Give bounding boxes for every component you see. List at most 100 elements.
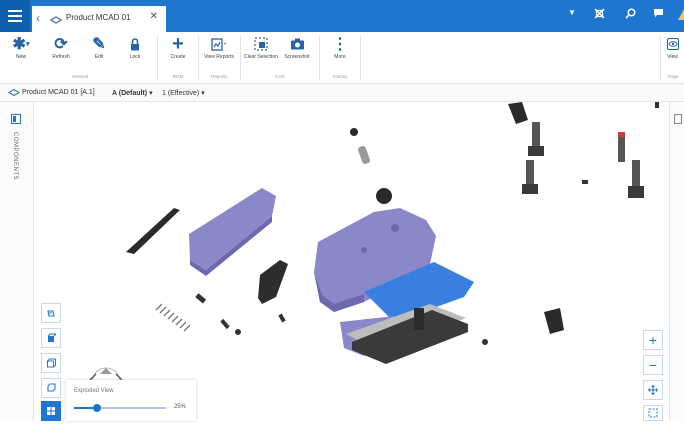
dropdown-icon[interactable]: ▼ [568,8,576,17]
switch-base-part [528,146,544,156]
more-vertical-icon: ⋮ [332,36,348,53]
eye-icon [661,34,684,54]
pan-button[interactable] [643,380,663,400]
blade-part [126,208,180,254]
group-label-general: General [71,74,88,79]
iteration-selector[interactable]: 1 (Effective) ▾ [162,89,205,97]
chat-icon[interactable] [653,8,664,22]
red-led-part [618,132,625,137]
top-app-bar: ‹ Product MCAD 01 ✕ ▼ [0,0,684,32]
switch-part [532,122,540,148]
ribbon-divider [319,36,320,80]
slider-handle[interactable] [93,404,101,412]
breadcrumb-item[interactable]: Product MCAD 01 [A.1] [22,89,95,96]
view-reports-button[interactable]: View Reports [202,34,236,70]
switch-base-part [522,184,538,194]
pan-icon [648,385,658,395]
cube-wireframe-icon [47,358,56,368]
clear-selection-button[interactable]: Clear Selection [244,34,278,70]
ribbon-toolbar: ✱ ▾ New ⟳ Refresh ✎ Edit Lock General + C… [0,32,684,84]
close-tab-icon[interactable]: ✕ [150,11,158,22]
refresh-icon: ⟳ [54,36,68,53]
small-spring-part [358,146,370,164]
tab-title: Product MCAD 01 [66,13,131,22]
breadcrumb: Product MCAD 01 [A.1] A (Default) ▾ 1 (E… [0,84,684,102]
switch-part [526,160,534,186]
lock-button[interactable]: Lock [118,34,152,70]
small-screw-part [278,313,286,323]
dark-plate-part [258,260,288,304]
components-panel[interactable]: COMPONENTS [0,102,34,421]
back-arrow-icon[interactable]: ‹ [36,11,40,25]
minus-icon: − [648,357,658,373]
warning-icon[interactable] [678,9,684,20]
small-screw-part [195,293,207,304]
knob-part [376,188,392,204]
exploded-view-panel: Exploded View 25% [66,380,196,421]
plus-icon: + [172,32,184,55]
ribbon-divider [240,36,241,80]
cube-outline-icon [47,383,56,392]
small-screw-part [235,329,241,335]
zoom-in-button[interactable]: + [643,330,663,350]
right-panel[interactable] [669,102,684,421]
product-icon [49,12,63,30]
view-tool-outline[interactable] [41,378,61,398]
lock-icon [118,34,152,54]
cube-edit-icon [47,310,55,317]
clear-selection-icon [244,34,278,54]
zoom-out-button[interactable]: − [643,355,663,375]
small-part [582,180,588,184]
view-tool-wireframe[interactable] [41,353,61,373]
group-label-actions: Actions [332,74,348,79]
revision-selector[interactable]: A (Default) ▾ [112,89,153,97]
view-tool-shaded[interactable] [41,328,61,348]
camera-icon [280,34,314,54]
exploded-view-slider[interactable] [74,404,166,412]
small-knob-part [350,128,358,136]
panel-toggle-icon[interactable] [11,111,21,129]
edit-button[interactable]: ✎ Edit [82,34,116,70]
new-button[interactable]: ✱ ▾ New [4,34,38,70]
explode-icon [47,407,55,415]
group-label-cad: CAD [275,74,285,79]
components-tab-label[interactable]: COMPONENTS [12,132,18,180]
fullscreen-icon[interactable] [594,8,605,22]
group-label-page: Page [668,74,679,79]
create-button[interactable]: + Create [161,32,195,70]
panel-toggle-icon[interactable] [674,111,682,129]
ribbon-divider [360,36,361,80]
group-label-bom: BOM [172,74,184,79]
document-tab[interactable]: ‹ Product MCAD 01 ✕ [32,6,166,32]
exploded-assembly-model[interactable] [34,102,669,421]
exploded-view-tool[interactable] [41,401,61,421]
view-button[interactable]: View [661,34,684,70]
shaft-part [414,308,424,330]
cylinder-part [544,308,564,334]
hamburger-menu-icon[interactable] [0,0,30,32]
small-part [655,102,659,108]
switch-base-part [628,186,644,198]
exploded-view-label: Exploded View [74,388,114,394]
more-button[interactable]: ⋮ More [323,34,357,70]
product-icon [7,88,21,99]
ribbon-divider [198,36,199,80]
refresh-button[interactable]: ⟳ Refresh [44,34,78,70]
connector-part [508,102,528,124]
view-tool-isometric[interactable] [41,303,61,323]
3d-viewport[interactable] [34,102,669,421]
pencil-icon: ✎ [92,36,106,53]
small-screw-part [482,339,488,345]
fit-all-button[interactable] [643,405,663,421]
spring-part [155,303,191,332]
ribbon-divider [157,36,158,80]
small-screw-part [220,318,230,330]
switch-part [632,160,640,188]
group-label-reports: Reports [211,74,227,79]
search-icon[interactable] [625,8,636,22]
fit-all-icon [648,408,658,418]
screenshot-button[interactable]: Screenshot [280,34,314,70]
report-icon [202,34,236,54]
asterisk-icon: ✱ ▾ [12,36,30,53]
cube-shaded-icon [47,333,56,342]
